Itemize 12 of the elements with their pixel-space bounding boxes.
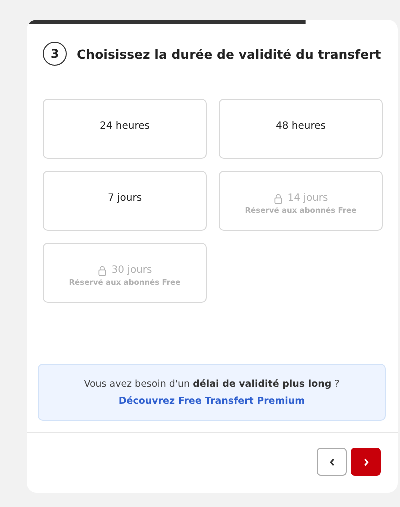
lock-icon [98, 266, 107, 276]
step-number: 3 [43, 42, 67, 66]
chevron-right-icon [362, 458, 370, 466]
lock-icon [274, 194, 283, 204]
duration-option[interactable]: 7 jours [43, 171, 207, 231]
premium-link[interactable]: Découvrez Free Transfert Premium [118, 396, 306, 406]
duration-option[interactable]: 48 heures [219, 99, 383, 159]
next-button[interactable] [351, 448, 381, 476]
duration-option[interactable]: 24 heures [43, 99, 207, 159]
step-title: Choisissez la durée de validité du transfert [77, 46, 382, 62]
banner-text: Vous avez besoin d'un délai de validité plus long ? [84, 378, 340, 390]
chevron-left-icon [328, 458, 336, 466]
